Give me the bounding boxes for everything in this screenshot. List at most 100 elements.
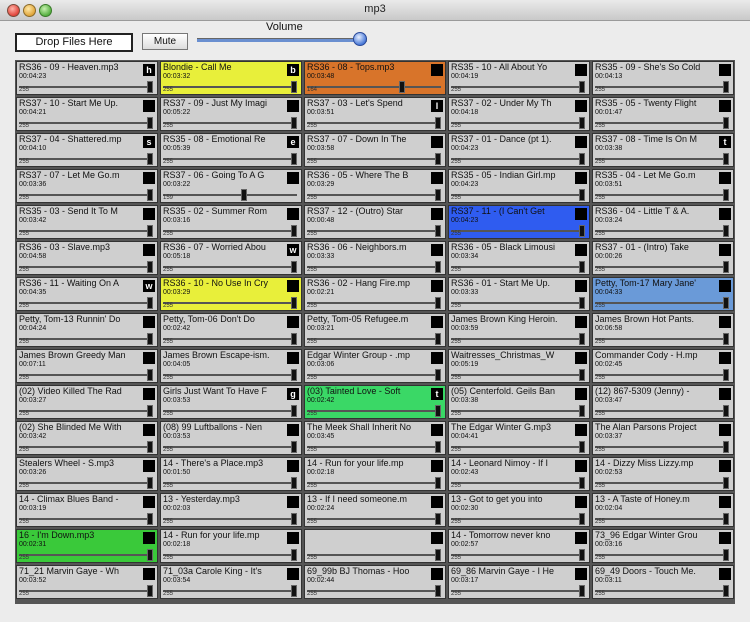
cell-volume-slider[interactable] xyxy=(451,230,585,232)
cell-volume-slider[interactable] xyxy=(163,590,297,592)
cell-volume-knob[interactable] xyxy=(291,549,297,561)
cell-volume-slider[interactable] xyxy=(307,302,441,304)
cell-volume-knob[interactable] xyxy=(723,297,729,309)
cell-volume-slider[interactable] xyxy=(451,302,585,304)
cell-volume-knob[interactable] xyxy=(147,333,153,345)
cell-volume-knob[interactable] xyxy=(723,117,729,129)
track-cell[interactable]: RS37 - 03 - Let's Spend 00:03:51 l 255 xyxy=(304,97,446,131)
cell-volume-slider[interactable] xyxy=(307,122,441,124)
cell-volume-knob[interactable] xyxy=(579,477,585,489)
track-cell[interactable]: RS37 - 01 - Dance (pt 1). 00:04:23 255 xyxy=(448,133,590,167)
cell-volume-knob[interactable] xyxy=(291,513,297,525)
track-cell[interactable]: (02) Video Killed The Rad 00:03:27 255 xyxy=(16,385,158,419)
track-cell[interactable]: RS36 - 01 - Start Me Up. 00:03:33 255 xyxy=(448,277,590,311)
cell-volume-knob[interactable] xyxy=(147,117,153,129)
cell-volume-knob[interactable] xyxy=(435,225,441,237)
cell-volume-slider[interactable] xyxy=(163,302,297,304)
track-cell[interactable]: RS37 - 11 - (I Can't Get 00:04:23 255 xyxy=(448,205,590,239)
cell-volume-slider[interactable] xyxy=(307,158,441,160)
track-cell[interactable]: 13 - Got to get you into 00:02:30 255 xyxy=(448,493,590,527)
track-cell[interactable]: RS36 - 08 - Tops.mp3 00:03:48 164 xyxy=(304,61,446,95)
cell-volume-knob[interactable] xyxy=(723,585,729,597)
cell-volume-slider[interactable] xyxy=(595,446,729,448)
cell-volume-knob[interactable] xyxy=(435,477,441,489)
cell-volume-knob[interactable] xyxy=(435,117,441,129)
track-cell[interactable]: RS37 - 01 - (Intro) Take 00:00:26 255 xyxy=(592,241,734,275)
track-cell[interactable]: 69_99b BJ Thomas - Hoo 00:02:44 255 xyxy=(304,565,446,599)
track-cell[interactable]: RS37 - 12 - (Outro) Star 00:00:48 255 xyxy=(304,205,446,239)
cell-volume-slider[interactable] xyxy=(19,122,153,124)
cell-volume-knob[interactable] xyxy=(147,585,153,597)
cell-volume-slider[interactable] xyxy=(451,410,585,412)
cell-volume-slider[interactable] xyxy=(163,338,297,340)
cell-volume-knob[interactable] xyxy=(723,189,729,201)
cell-volume-slider[interactable] xyxy=(307,410,441,412)
cell-volume-slider[interactable] xyxy=(307,230,441,232)
mute-button[interactable]: Mute xyxy=(142,33,188,50)
cell-volume-slider[interactable] xyxy=(163,86,297,88)
track-cell[interactable]: 14 - Climax Blues Band -00:03:19 255 xyxy=(16,493,158,527)
track-cell[interactable]: Commander Cody - H.mp 00:02:45 255 xyxy=(592,349,734,383)
cell-volume-knob[interactable] xyxy=(147,549,153,561)
cell-volume-knob[interactable] xyxy=(147,261,153,273)
cell-volume-knob[interactable] xyxy=(147,441,153,453)
cell-volume-knob[interactable] xyxy=(579,225,585,237)
cell-volume-knob[interactable] xyxy=(240,189,247,201)
cell-volume-slider[interactable] xyxy=(19,158,153,160)
cell-volume-knob[interactable] xyxy=(291,153,297,165)
track-cell[interactable]: RS37 - 07 - Down In The 00:03:58 255 xyxy=(304,133,446,167)
cell-volume-slider[interactable] xyxy=(163,554,297,556)
cell-volume-knob[interactable] xyxy=(291,117,297,129)
cell-volume-knob[interactable] xyxy=(723,549,729,561)
cell-volume-slider[interactable] xyxy=(451,554,585,556)
cell-volume-slider[interactable] xyxy=(19,518,153,520)
track-cell[interactable]: 71_03a Carole King - It's 00:03:54 255 xyxy=(160,565,302,599)
cell-volume-knob[interactable] xyxy=(579,153,585,165)
cell-volume-slider[interactable] xyxy=(19,302,153,304)
cell-volume-knob[interactable] xyxy=(579,189,585,201)
track-cell[interactable]: Stealers Wheel - S.mp3 00:03:26 255 xyxy=(16,457,158,491)
cell-volume-knob[interactable] xyxy=(147,189,153,201)
track-cell[interactable]: RS36 - 11 - Waiting On A 00:04:35 w 255 xyxy=(16,277,158,311)
cell-volume-knob[interactable] xyxy=(435,333,441,345)
cell-volume-knob[interactable] xyxy=(435,261,441,273)
track-cell[interactable]: James Brown King Heroin. 00:03:59 255 xyxy=(448,313,590,347)
track-cell[interactable]: RS35 - 03 - Send It To M 00:03:42 255 xyxy=(16,205,158,239)
track-cell[interactable]: RS35 - 02 - Summer Rom 00:03:16 255 xyxy=(160,205,302,239)
track-cell[interactable]: RS36 - 03 - Slave.mp3 00:04:58 255 xyxy=(16,241,158,275)
cell-volume-knob[interactable] xyxy=(723,369,729,381)
cell-volume-knob[interactable] xyxy=(723,477,729,489)
cell-volume-slider[interactable] xyxy=(163,446,297,448)
cell-volume-knob[interactable] xyxy=(435,441,441,453)
cell-volume-slider[interactable] xyxy=(451,446,585,448)
cell-volume-slider[interactable] xyxy=(595,86,729,88)
cell-volume-slider[interactable] xyxy=(163,158,297,160)
cell-volume-slider[interactable] xyxy=(451,86,585,88)
cell-volume-knob[interactable] xyxy=(435,297,441,309)
cell-volume-slider[interactable] xyxy=(19,86,153,88)
cell-volume-slider[interactable] xyxy=(19,482,153,484)
track-cell[interactable]: (03) Tainted Love - Soft 00:02:42 t 255 xyxy=(304,385,446,419)
cell-volume-slider[interactable] xyxy=(307,446,441,448)
cell-volume-slider[interactable] xyxy=(595,338,729,340)
cell-volume-slider[interactable] xyxy=(163,194,297,196)
track-cell[interactable]: Petty, Tom-05 Refugee.m 00:03:21 255 xyxy=(304,313,446,347)
track-cell[interactable]: 14 - Dizzy Miss Lizzy.mp 00:02:53 255 xyxy=(592,457,734,491)
cell-volume-knob[interactable] xyxy=(291,81,297,93)
cell-volume-slider[interactable] xyxy=(307,86,441,88)
cell-volume-knob[interactable] xyxy=(723,513,729,525)
cell-volume-knob[interactable] xyxy=(291,225,297,237)
track-cell[interactable]: 73_96 Edgar Winter Grou 00:03:16 255 xyxy=(592,529,734,563)
track-cell[interactable]: James Brown Escape-ism. 00:04:05 255 xyxy=(160,349,302,383)
track-cell[interactable]: 14 - Tomorrow never kno 00:02:57 255 xyxy=(448,529,590,563)
track-cell[interactable]: 69_86 Marvin Gaye - I He 00:03:17 255 xyxy=(448,565,590,599)
track-cell[interactable]: James Brown Hot Pants. 00:06:58 255 xyxy=(592,313,734,347)
cell-volume-knob[interactable] xyxy=(579,261,585,273)
cell-volume-knob[interactable] xyxy=(435,369,441,381)
track-cell[interactable]: Waitresses_Christmas_W 00:05:19 255 xyxy=(448,349,590,383)
cell-volume-slider[interactable] xyxy=(595,590,729,592)
cell-volume-slider[interactable] xyxy=(163,374,297,376)
cell-volume-slider[interactable] xyxy=(19,374,153,376)
volume-knob[interactable] xyxy=(352,32,367,46)
track-cell[interactable]: RS35 - 05 - Indian Girl.mp 00:04:23 255 xyxy=(448,169,590,203)
